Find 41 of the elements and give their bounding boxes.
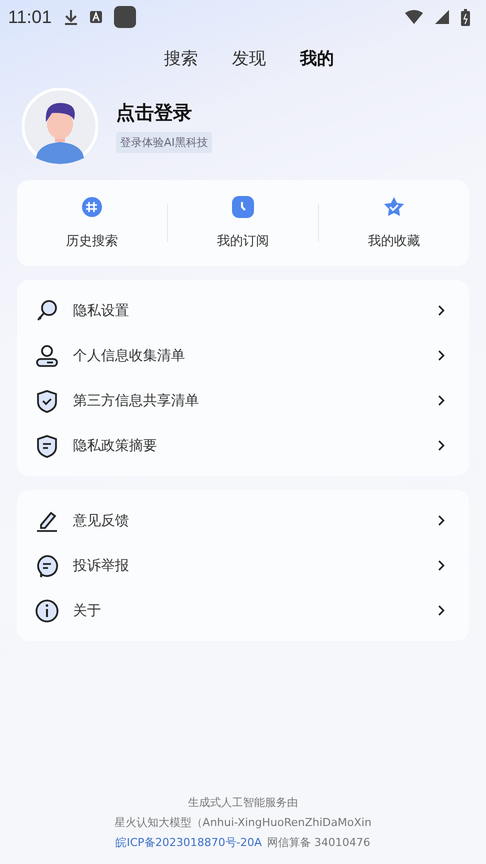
wifi-icon [405,10,423,24]
login-title[interactable]: 点击登录 [116,100,192,126]
shield-check-icon [35,388,59,412]
chevron-icon [438,350,445,361]
magnifier-key-icon [35,298,59,322]
info-icon [35,598,59,622]
hash-icon [81,196,103,218]
shortcut-button[interactable]: 历史搜索 [17,188,167,258]
nav-tab[interactable]: 发现 [232,40,266,76]
shield-lines-icon [35,434,59,458]
nav-tab[interactable]: 搜索 [164,40,198,76]
chat-icon [35,554,59,578]
shortcut-button[interactable]: 我的订阅 [168,188,318,258]
login-tag: 登录体验AI黑科技 [116,132,212,152]
chevron-icon [438,605,445,616]
chevron-icon [438,305,445,316]
footer-text: 生成式人工智能服务由 [188,795,298,810]
footer-text: 网信算备 34010476 [266,835,370,850]
download-icon [64,9,78,25]
menu-item[interactable]: 第三方信息共享清单 [17,378,469,423]
menu-item[interactable]: 隐私政策摘要 [17,423,469,468]
menu-item[interactable]: 隐私设置 [17,288,469,333]
menu-item[interactable]: 意见反馈 [17,498,469,543]
battery-icon [461,8,470,26]
clock-icon [232,196,254,218]
shortcut-button[interactable]: 我的收藏 [319,188,469,258]
avatar[interactable] [22,88,98,164]
menu-item[interactable]: 关于 [17,588,469,633]
signal-icon [435,10,449,24]
chevron-icon [438,560,445,571]
chevron-icon [438,440,445,451]
star-icon [383,196,405,218]
icp-link[interactable]: 皖ICP备2023018870号-20A [116,835,262,850]
nav-tab[interactable]: 我的 [300,40,334,76]
menu-item[interactable]: 个人信息收集清单 [17,333,469,378]
menu-item[interactable]: 投诉举报 [17,543,469,588]
status-time: 11:01 [8,6,52,28]
person-icon [35,344,59,368]
chevron-icon [438,395,445,406]
chevron-icon [438,515,445,526]
footer-text: 星火认知大模型（Anhui-XingHuoRenZhiDaMoXin [114,815,372,830]
